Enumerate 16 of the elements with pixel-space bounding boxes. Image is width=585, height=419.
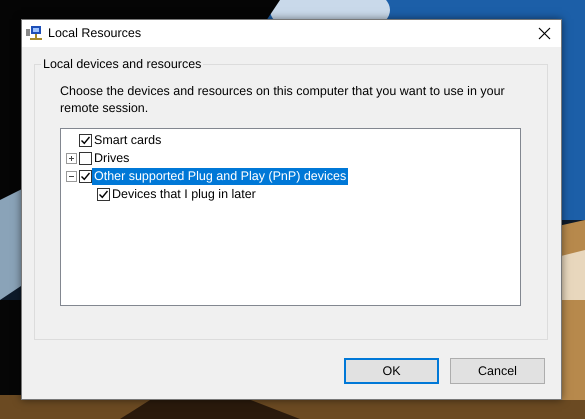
cancel-button[interactable]: Cancel <box>450 358 545 384</box>
expand-icon[interactable] <box>66 152 77 164</box>
close-icon[interactable] <box>538 27 550 40</box>
tree-item[interactable]: Devices that I plug in later <box>110 186 258 202</box>
checkbox[interactable] <box>79 170 92 182</box>
checkbox[interactable] <box>79 134 92 146</box>
checkbox[interactable] <box>97 188 110 200</box>
tree-item[interactable]: Drives <box>92 150 132 166</box>
checkbox[interactable] <box>79 152 92 164</box>
tree-item[interactable]: Smart cards <box>92 132 164 148</box>
window-title: Local Resources <box>48 25 142 42</box>
ok-button[interactable]: OK <box>344 358 439 384</box>
description-text: Choose the devices and resources on this computer that you want to use in your remote session. <box>60 83 506 117</box>
collapse-icon[interactable] <box>66 170 77 182</box>
tree-item[interactable]: Other supported Plug and Play (PnP) devices <box>92 168 348 184</box>
computer-icon <box>26 26 42 41</box>
